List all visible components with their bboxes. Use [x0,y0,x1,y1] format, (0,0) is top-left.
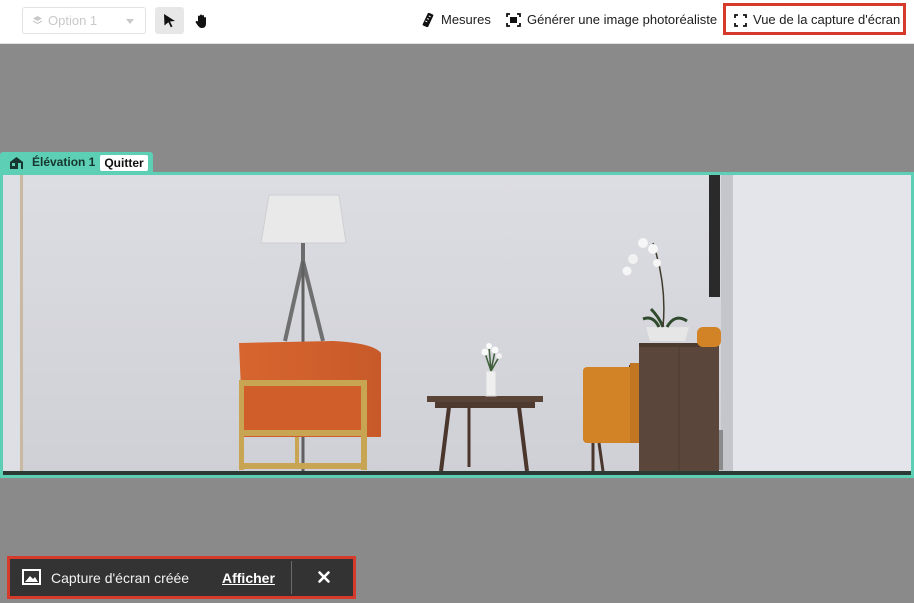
quit-elevation-button[interactable]: Quitter [100,155,148,171]
toast-message: Capture d'écran créée [51,570,190,586]
camera-frame-icon [506,13,521,27]
pan-tool-button[interactable] [187,7,216,34]
select-tool-button[interactable] [155,7,184,34]
toast-divider [291,561,292,594]
cursor-arrow-icon [164,14,175,28]
wall-tv [709,175,720,297]
elevation-viewport[interactable] [0,172,914,478]
image-icon [22,569,41,585]
toast-view-link[interactable]: Afficher [222,570,275,586]
room-elevation-render [3,175,911,475]
photoreal-image-button[interactable]: Générer une image photoréaliste [506,12,718,30]
fullscreen-corners-icon [734,14,747,27]
photoreal-label: Générer une image photoréaliste [527,12,718,27]
option-select[interactable]: Option 1 [22,7,146,34]
screenshot-view-button[interactable]: Vue de la capture d'écran [723,3,906,35]
hand-icon [195,14,206,28]
ruler-icon [422,13,434,27]
elevation-tab: Élévation 1 Quitter [0,152,153,173]
house-icon [10,157,23,169]
top-toolbar: Option 1 Mesures Générer une image photo… [0,0,914,44]
close-icon[interactable] [316,569,332,585]
chevron-down-icon [126,19,134,24]
measures-label: Mesures [441,12,491,27]
screenshot-toast: Capture d'écran créée Afficher [7,556,356,599]
elevation-label: Élévation 1 [32,155,96,169]
screenshot-view-label: Vue de la capture d'écran [753,12,901,27]
option-select-value: Option 1 [48,13,98,28]
measures-button[interactable]: Mesures [421,12,491,30]
layers-icon [32,16,43,25]
